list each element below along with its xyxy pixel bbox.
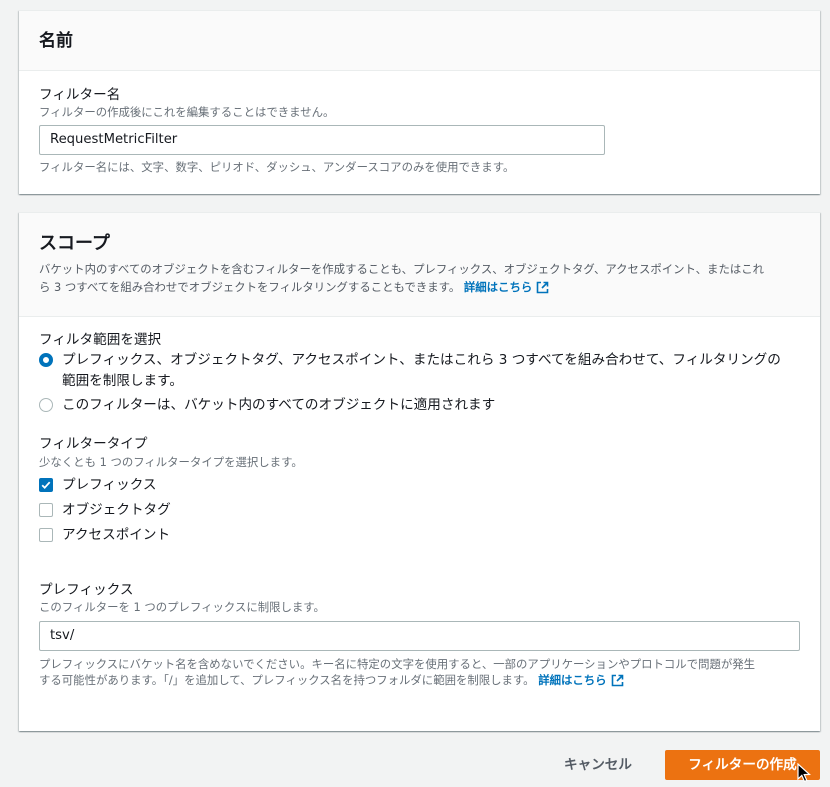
external-link-icon — [536, 281, 549, 299]
prefix-input[interactable]: tsv/ — [39, 621, 800, 651]
filter-name-input[interactable]: RequestMetricFilter — [39, 125, 605, 155]
radio-button-selected[interactable] — [39, 353, 53, 367]
prefix-warning-line1: プレフィックスにバケット名を含めないでください。キー名に特定の文字を使用すると、… — [39, 657, 756, 671]
checkbox-access-point-label: アクセスポイント — [62, 527, 171, 543]
radio-option-limited-scope[interactable]: プレフィックス、オブジェクトタグ、アクセスポイント、またはこれら 3 つすべてを… — [39, 350, 781, 392]
cancel-button[interactable]: キャンセル — [548, 750, 648, 780]
scope-panel-header: スコープ バケット内のすべてのオブジェクトを含むフィルターを作成することも、プレ… — [19, 213, 820, 317]
filter-name-description: フィルターの作成後にこれを編集することはできません。 — [39, 105, 335, 119]
radio-option-all-label: このフィルターは、バケット内のすべてのオブジェクトに適用されます — [62, 397, 496, 413]
prefix-warning-line2: する可能性があります。「/」を追加して、プレフィックス名を持つフォルダに範囲を制… — [39, 672, 809, 691]
radio-button-unselected[interactable] — [39, 398, 53, 412]
prefix-label: プレフィックス — [39, 582, 134, 598]
checkmark-icon — [41, 481, 51, 490]
checkbox-object-tag-label: オブジェクトタグ — [62, 502, 171, 518]
prefix-description: このフィルターを 1 つのプレフィックスに制限します。 — [39, 600, 325, 614]
filter-name-label: フィルター名 — [39, 87, 121, 103]
name-panel-header: 名前 — [19, 11, 820, 71]
external-link-icon — [611, 674, 624, 691]
scope-section-title: スコープ — [39, 233, 110, 254]
scope-learn-more-link[interactable]: 詳細はこちら — [464, 280, 549, 294]
checkbox-prefix[interactable] — [39, 478, 53, 492]
radio-option-limited-line1: プレフィックス、オブジェクトタグ、アクセスポイント、またはこれら 3 つすべてを… — [62, 352, 781, 368]
prefix-learn-more-label: 詳細はこちら — [538, 673, 607, 687]
mouse-cursor-icon — [797, 762, 811, 787]
radio-option-limited-line2: 範囲を制限します。 — [62, 373, 183, 389]
checkbox-prefix-label: プレフィックス — [62, 477, 157, 493]
scope-learn-more-label: 詳細はこちら — [463, 280, 533, 294]
scope-panel: スコープ バケット内のすべてのオブジェクトを含むフィルターを作成することも、プレ… — [19, 212, 820, 731]
checkbox-row-access-point[interactable]: アクセスポイント — [39, 525, 170, 546]
filter-range-label: フィルタ範囲を選択 — [39, 332, 162, 348]
prefix-warning: プレフィックスにバケット名を含めないでください。キー名に特定の文字を使用すると、… — [39, 656, 809, 691]
filter-name-constraint: フィルター名には、文字、数字、ピリオド、ダッシュ、アンダースコアのみを使用できま… — [39, 160, 515, 174]
radio-option-limited-label: プレフィックス、オブジェクトタグ、アクセスポイント、またはこれら 3 つすべてを… — [62, 350, 781, 392]
scope-description-line2: ら 3 つすべてを組み合わせでオブジェクトをフィルタリングすることもできます。 … — [39, 278, 800, 299]
checkbox-access-point[interactable] — [39, 528, 53, 542]
filter-type-description: 少なくとも 1 つのフィルタータイプを選択します。 — [39, 455, 303, 469]
checkbox-row-prefix[interactable]: プレフィックス — [39, 475, 156, 496]
prefix-warning-line2-text: する可能性があります。「/」を追加して、プレフィックス名を持つフォルダに範囲を制… — [39, 673, 535, 687]
checkbox-object-tag[interactable] — [39, 503, 53, 517]
prefix-learn-more-link[interactable]: 詳細はこちら — [538, 673, 623, 687]
scope-description-line1: バケット内のすべてのオブジェクトを含むフィルターを作成することも、プレフィックス… — [39, 262, 765, 276]
filter-type-label: フィルタータイプ — [39, 436, 148, 452]
name-panel: 名前 フィルター名 フィルターの作成後にこれを編集することはできません。 Req… — [19, 10, 820, 194]
scope-description-line2-text: ら 3 つすべてを組み合わせでオブジェクトをフィルタリングすることもできます。 — [39, 280, 461, 294]
scope-description: バケット内のすべてのオブジェクトを含むフィルターを作成することも、プレフィックス… — [39, 260, 800, 299]
checkbox-row-object-tag[interactable]: オブジェクトタグ — [39, 500, 171, 521]
name-section-title: 名前 — [39, 30, 73, 51]
radio-option-all-objects[interactable]: このフィルターは、バケット内のすべてのオブジェクトに適用されます — [39, 395, 495, 416]
